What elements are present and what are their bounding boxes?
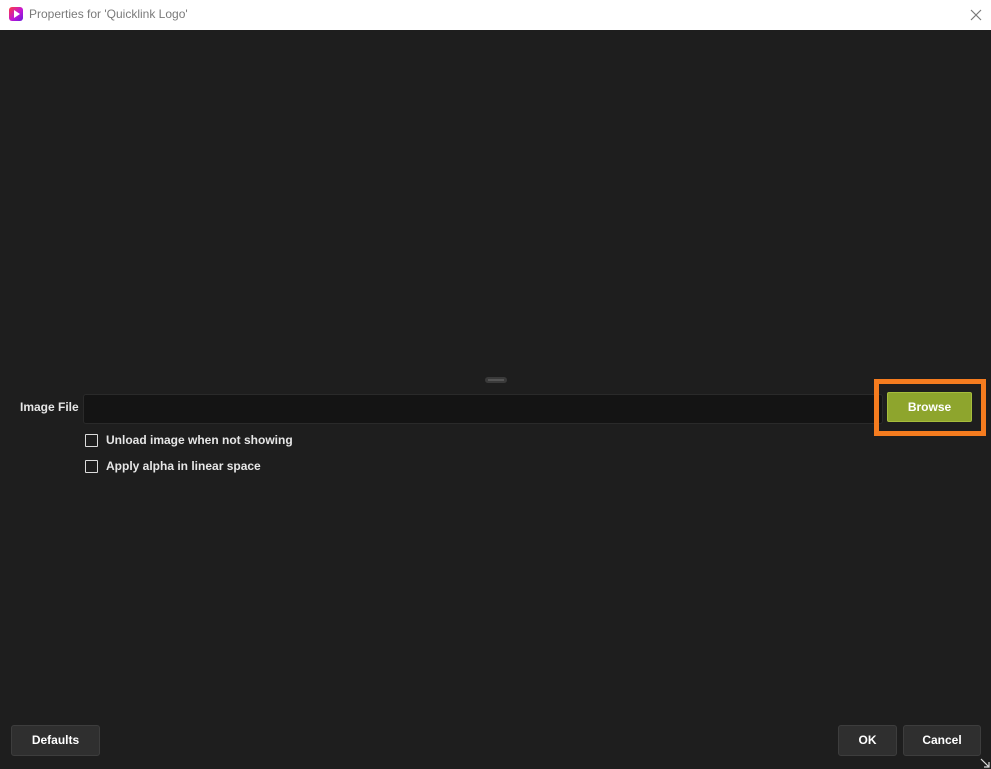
browse-button[interactable]: Browse	[887, 392, 972, 422]
resize-grip-icon[interactable]	[980, 758, 990, 768]
unload-image-option[interactable]: Unload image when not showing	[85, 432, 293, 448]
cancel-button[interactable]: Cancel	[903, 725, 981, 756]
properties-panel: Image File Browse Unload image when not …	[0, 30, 991, 769]
linear-alpha-checkbox[interactable]	[85, 459, 98, 473]
preview-splitter-handle[interactable]	[485, 377, 507, 383]
title-bar: Properties for 'Quicklink Logo'	[0, 0, 991, 30]
window-title: Properties for 'Quicklink Logo'	[29, 7, 188, 21]
splitter-grip-icon	[488, 379, 504, 381]
close-icon	[970, 9, 982, 21]
close-button[interactable]	[961, 0, 991, 30]
linear-alpha-label: Apply alpha in linear space	[106, 459, 261, 473]
linear-alpha-option[interactable]: Apply alpha in linear space	[85, 458, 261, 474]
ok-button[interactable]: OK	[838, 725, 897, 756]
app-logo-icon	[9, 7, 23, 21]
unload-image-label: Unload image when not showing	[106, 433, 293, 447]
source-preview	[0, 30, 991, 375]
image-file-label: Image File	[20, 400, 79, 414]
defaults-button[interactable]: Defaults	[11, 725, 100, 756]
unload-image-checkbox[interactable]	[85, 433, 98, 447]
image-file-path-input[interactable]	[83, 394, 883, 424]
